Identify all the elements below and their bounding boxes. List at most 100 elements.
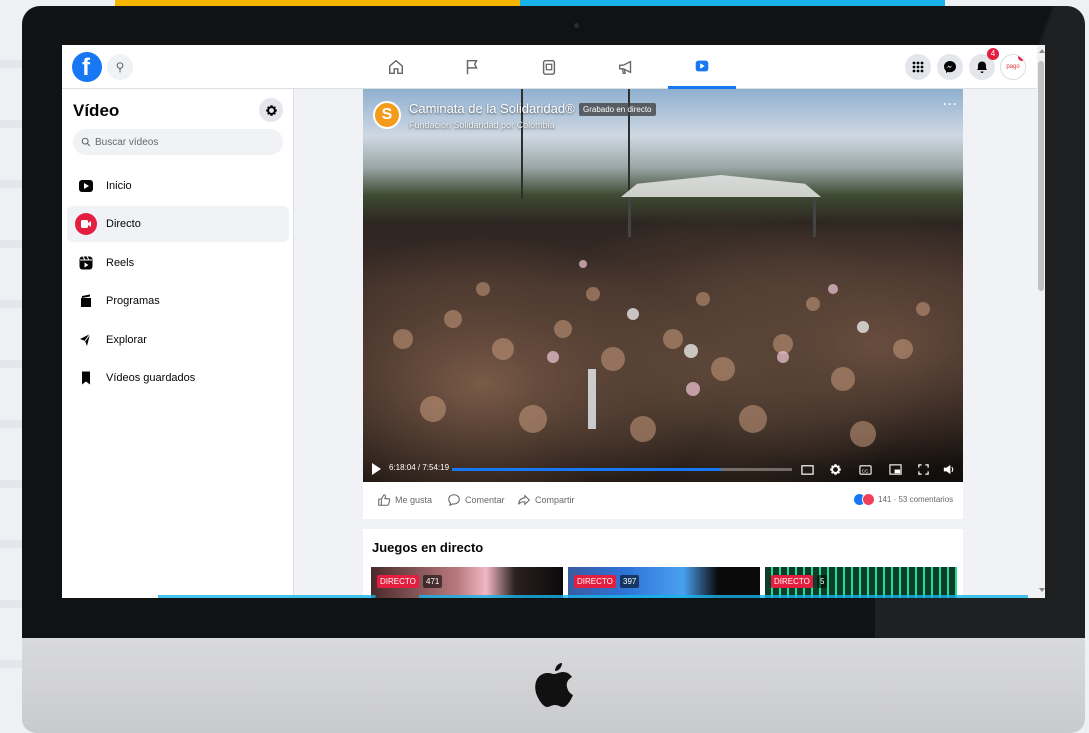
live-games-section: Juegos en directo DIRECTO 471 DIRECTO 39…: [363, 529, 963, 598]
video-channel-name[interactable]: Fundación Solidaridad por Colombia: [409, 120, 555, 130]
live-icon: [75, 213, 97, 235]
share-label: Compartir: [535, 495, 575, 505]
comment-button[interactable]: Comentar: [447, 493, 505, 507]
home-icon: [388, 59, 404, 75]
watch-home-icon: [75, 175, 97, 197]
sidebar: Vídeo Buscar vídeos Inicio Directo Reels: [62, 89, 294, 598]
notification-count-badge: 4: [987, 48, 999, 60]
live-badge: DIRECTO: [574, 575, 616, 588]
like-button[interactable]: Me gusta: [377, 493, 432, 507]
sidebar-item-label: Explorar: [106, 334, 147, 346]
tent-leg: [813, 197, 816, 237]
crowd-scene: [393, 260, 930, 447]
avatar-status-dot: [1018, 55, 1025, 61]
fullscreen-icon[interactable]: [916, 462, 930, 476]
more-options-icon[interactable]: ···: [943, 97, 958, 111]
reels-icon: [75, 252, 97, 274]
bookmark-icon: [75, 367, 97, 389]
scroll-up-arrow-icon[interactable]: [1039, 49, 1045, 53]
captions-icon[interactable]: CC: [858, 462, 872, 476]
miniplayer-icon[interactable]: [888, 462, 902, 476]
apple-logo-icon: [535, 663, 573, 707]
share-icon: [518, 494, 530, 506]
picture-in-picture-icon[interactable]: [800, 462, 814, 476]
sidebar-item-inicio[interactable]: Inicio: [67, 168, 289, 204]
thumbs-up-icon: [378, 494, 391, 506]
video-progress-bar[interactable]: [452, 468, 792, 471]
bell-icon: [977, 61, 987, 73]
live-game-card[interactable]: DIRECTO 471: [371, 567, 563, 598]
decorative-blue-line: [158, 595, 1028, 598]
sidebar-item-reels[interactable]: Reels: [67, 245, 289, 281]
shows-icon: [75, 290, 97, 312]
reactions-count: 141 · 53 comentarios: [878, 495, 954, 504]
sidebar-item-directo[interactable]: Directo: [67, 206, 289, 242]
video-time: 6:18:04 / 7:54:19: [389, 463, 450, 472]
viewer-count: 5: [817, 575, 828, 588]
video-player[interactable]: S Caminata de la Solidaridad® Grabado en…: [363, 89, 963, 482]
live-badge: DIRECTO: [377, 575, 419, 588]
sidebar-item-label: Reels: [106, 257, 135, 269]
megaphone-icon: [619, 60, 632, 74]
video-progress-fill: [452, 468, 721, 471]
svg-text:CC: CC: [861, 468, 868, 473]
search-icon: [81, 137, 91, 147]
live-game-card[interactable]: DIRECTO 397: [568, 567, 760, 598]
video-title[interactable]: Caminata de la Solidaridad®: [409, 101, 575, 116]
messenger-icon: [944, 61, 956, 73]
browser-screen: f ⚲ 4 pago Vídeo Buscar vídeos Inicio Di…: [62, 45, 1045, 598]
viewer-count: 397: [620, 575, 640, 588]
avatar-text: pago: [1006, 64, 1020, 70]
live-game-card[interactable]: DIRECTO 5: [765, 567, 957, 598]
camera-dot: [574, 23, 579, 28]
gear-icon: [265, 104, 277, 116]
sidebar-item-label: Directo: [106, 218, 141, 230]
sidebar-item-explorar[interactable]: Explorar: [67, 322, 289, 358]
section-title: Juegos en directo: [372, 540, 484, 555]
explore-icon: [75, 329, 97, 351]
viewer-count: 471: [423, 575, 443, 588]
tab-home[interactable]: [362, 45, 430, 89]
scroll-down-arrow-icon[interactable]: [1039, 588, 1045, 592]
tab-marketplace[interactable]: [515, 45, 583, 89]
play-icon[interactable]: [372, 463, 381, 475]
love-reaction-icon: [862, 493, 875, 506]
sidebar-item-programas[interactable]: Programas: [67, 283, 289, 319]
sidebar-item-label: Inicio: [106, 180, 132, 192]
main-feed: S Caminata de la Solidaridad® Grabado en…: [294, 89, 1037, 598]
reactions-summary[interactable]: 141 · 53 comentarios: [853, 493, 953, 506]
top-navigation-bar: f ⚲ 4 pago: [62, 45, 1037, 89]
channel-logo[interactable]: S: [373, 101, 401, 129]
menu-button[interactable]: [905, 54, 931, 80]
search-icon[interactable]: ⚲: [107, 54, 133, 80]
avatar[interactable]: pago: [1000, 54, 1026, 80]
tab-ads[interactable]: [592, 45, 660, 89]
tab-pages[interactable]: [438, 45, 506, 89]
recorded-live-tag: Grabado en directo: [579, 103, 656, 116]
post-actions: Me gusta Comentar Compartir 141 · 53 com…: [363, 482, 963, 519]
tent-leg: [628, 197, 631, 237]
video-controls: 6:18:04 / 7:54:19 CC: [363, 457, 963, 482]
live-badge: DIRECTO: [771, 575, 813, 588]
share-button[interactable]: Compartir: [517, 493, 575, 507]
flag-icon: [466, 59, 478, 75]
sidebar-item-label: Programas: [106, 295, 160, 307]
comment-icon: [448, 494, 460, 507]
video-post-card: S Caminata de la Solidaridad® Grabado en…: [363, 89, 963, 519]
facebook-logo-icon[interactable]: f: [72, 52, 102, 82]
comment-label: Comentar: [465, 495, 505, 505]
volume-icon[interactable]: [941, 462, 955, 476]
sidebar-title: Vídeo: [73, 101, 120, 120]
video-search-input[interactable]: Buscar vídeos: [73, 129, 283, 155]
sidebar-item-label: Vídeos guardados: [106, 372, 196, 384]
video-icon: [695, 60, 709, 71]
grid-menu-icon: [912, 61, 924, 73]
gear-icon[interactable]: [828, 462, 842, 476]
messenger-button[interactable]: [937, 54, 963, 80]
notifications-button[interactable]: 4: [969, 48, 999, 80]
tab-watch[interactable]: [668, 45, 736, 89]
sidebar-item-videos-guardados[interactable]: Vídeos guardados: [67, 360, 289, 396]
settings-button[interactable]: [259, 98, 283, 122]
like-label: Me gusta: [395, 495, 433, 505]
scrollbar-thumb[interactable]: [1038, 61, 1044, 291]
